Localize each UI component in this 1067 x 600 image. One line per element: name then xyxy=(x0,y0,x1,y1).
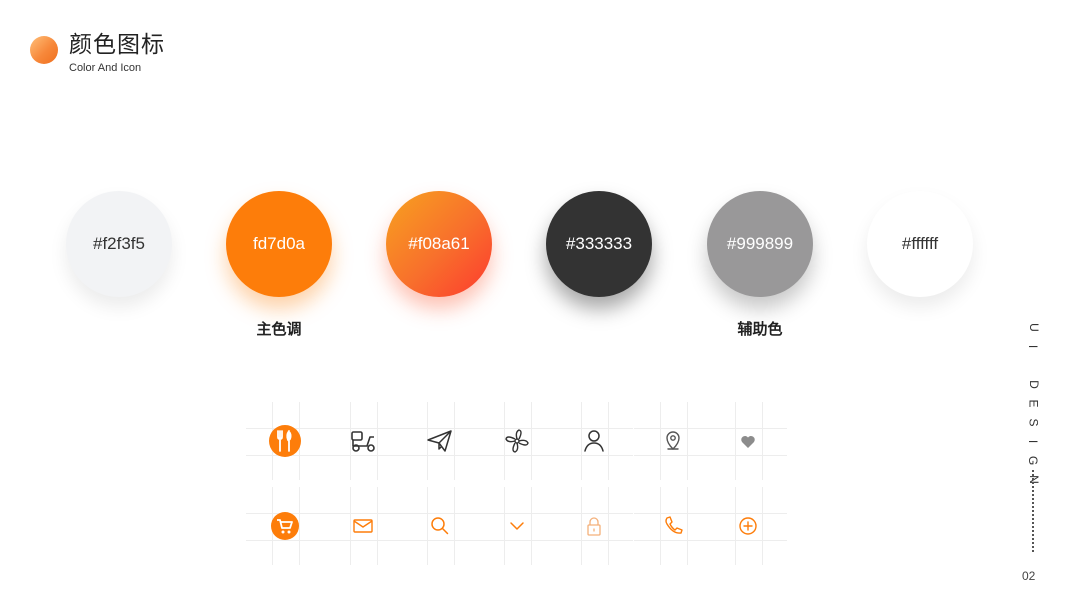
page-number: 02 xyxy=(1022,569,1036,583)
side-label-char: I xyxy=(1026,439,1041,444)
cart-icon xyxy=(271,512,299,540)
chevron-down-icon xyxy=(510,522,524,530)
swatch-white: #ffffff xyxy=(867,191,973,297)
swatch-orange: fd7d0a xyxy=(226,191,332,297)
fan-icon xyxy=(505,429,529,453)
icon-cell xyxy=(478,402,556,480)
side-label-char: E xyxy=(1026,399,1041,408)
swatch-label: #999899 xyxy=(726,234,794,253)
swatch-label: #f2f3f5 xyxy=(93,234,145,253)
secondary-color-label: 辅助色 xyxy=(737,320,783,338)
icon-cell xyxy=(709,402,787,480)
swatch-label: #ffffff xyxy=(901,234,939,253)
paper-plane-icon xyxy=(427,430,452,452)
side-label-char: S xyxy=(1026,418,1041,427)
swatch-light-grey: #f2f3f5 xyxy=(66,191,172,297)
user-icon xyxy=(584,430,604,452)
icon-cell xyxy=(709,487,787,565)
phone-icon xyxy=(665,516,683,534)
icon-cell xyxy=(246,487,324,565)
lock-icon xyxy=(587,517,601,536)
side-label-char: U xyxy=(1026,323,1041,332)
icon-cell xyxy=(401,402,479,480)
side-label-char: G xyxy=(1026,455,1041,466)
search-icon xyxy=(431,517,449,535)
icon-cell xyxy=(634,487,712,565)
icon-cell xyxy=(555,487,633,565)
heart-icon xyxy=(741,436,755,448)
scooter-icon xyxy=(351,431,375,452)
icon-cell xyxy=(634,402,712,480)
header-badge-icon xyxy=(30,36,58,64)
utensils-icon xyxy=(269,425,301,457)
swatch-label: fd7d0a xyxy=(253,234,305,253)
ui-design-side-label: UI DESIGN xyxy=(1025,318,1041,489)
icon-cell xyxy=(324,487,402,565)
swatch-label: #333333 xyxy=(565,234,633,253)
side-label-text: UI DESIGN xyxy=(1025,318,1041,489)
side-dotted-line xyxy=(1032,470,1034,552)
plus-circle-icon xyxy=(739,517,757,535)
page-subtitle: Color And Icon xyxy=(69,62,142,74)
location-pin-icon xyxy=(666,431,680,450)
mail-icon xyxy=(353,519,373,533)
side-label-char xyxy=(1024,364,1043,367)
icon-cell xyxy=(478,487,556,565)
icon-cell xyxy=(246,402,324,480)
side-label-char: D xyxy=(1026,380,1041,389)
swatch-grey: #999899 xyxy=(707,191,813,297)
side-label-char: I xyxy=(1026,344,1041,349)
swatch-label: #f08a61 xyxy=(408,234,470,253)
icon-cell xyxy=(555,402,633,480)
swatch-dark: #333333 xyxy=(546,191,652,297)
page-title: 颜色图标 xyxy=(69,32,165,58)
icon-cell xyxy=(401,487,479,565)
primary-color-label: 主色调 xyxy=(256,320,302,338)
swatch-gradient: #f08a61 xyxy=(386,191,492,297)
icon-cell xyxy=(324,402,402,480)
